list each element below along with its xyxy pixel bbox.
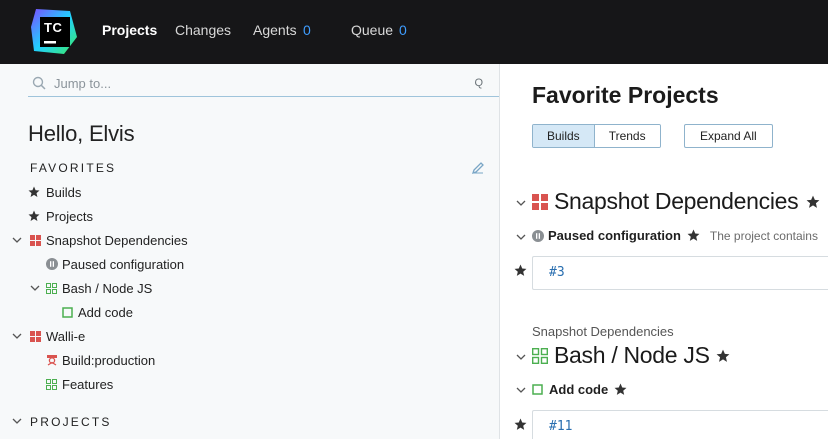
toggle-trends-button[interactable]: Trends [594,125,660,147]
sidebar-item-label: Projects [46,208,93,224]
chevron-down-icon[interactable] [12,332,22,340]
sidebar-item-label: Snapshot Dependencies [46,232,188,248]
nav-changes[interactable]: Changes [175,22,231,39]
build-number-link[interactable]: #11 [549,419,572,434]
logo-text: TC [44,20,63,35]
teamcity-logo[interactable]: TC [30,7,79,56]
config-description: The project contains [709,228,818,243]
project-red-icon [30,328,41,344]
star-icon [28,184,40,200]
search-shortcut-hint: Q [474,77,483,89]
project-red-icon [532,193,548,210]
queue-count-badge: 0 [399,22,407,38]
sidebar-item-label: Paused configuration [62,256,185,272]
star-icon[interactable] [806,195,820,209]
favorites-section-title: FAVORITES [30,161,117,175]
agent-error-icon [46,352,58,368]
chevron-down-icon[interactable] [516,353,526,361]
pencil-icon[interactable] [470,160,486,176]
project-name-link[interactable]: Bash / Node JS [554,342,710,369]
star-icon[interactable] [687,229,700,242]
chevron-down-icon[interactable] [516,233,526,241]
toggle-builds-button[interactable]: Builds [533,125,595,147]
projects-section-title[interactable]: PROJECTS [30,415,112,429]
config-name-link[interactable]: Add code [549,382,608,397]
sidebar-item-projects[interactable]: Projects [28,206,93,226]
star-icon[interactable] [514,264,527,282]
build-row: #11 [532,410,828,439]
expand-all-button[interactable]: Expand All [684,124,773,148]
search-icon [32,76,46,90]
sidebar-item-label: Walli-e [46,328,86,344]
search-placeholder: Jump to... [54,76,112,91]
config-header-paused: Paused configuration The project contain… [532,228,818,243]
build-config-icon [532,384,543,395]
chevron-down-icon[interactable] [30,284,40,292]
nav-queue[interactable]: Queue [351,22,393,39]
sidebar-item-label: Builds [46,184,82,200]
sidebar-item-bash-node-js[interactable]: Bash / Node JS [46,278,152,298]
star-icon[interactable] [716,349,730,363]
paused-icon [46,256,58,272]
agents-count-badge: 0 [303,22,311,38]
star-icon [28,208,40,224]
star-icon[interactable] [614,383,627,396]
config-name-link[interactable]: Paused configuration [548,228,681,243]
config-header-add-code: Add code [532,382,627,397]
project-name-link[interactable]: Snapshot Dependencies [554,188,799,215]
project-header-snapshot-dependencies: Snapshot Dependencies P [532,188,828,215]
nav-agents[interactable]: Agents [253,22,297,39]
nav-projects[interactable]: Projects [102,22,157,39]
build-number-link[interactable]: #3 [549,265,565,280]
sidebar-item-builds[interactable]: Builds [28,182,81,202]
sidebar-item-label: Features [62,376,114,392]
view-toggle: Builds Trends [532,124,661,148]
build-row: #3 [532,256,828,290]
chevron-down-icon[interactable] [12,417,22,425]
parent-project-breadcrumb[interactable]: Snapshot Dependencies [532,324,674,339]
paused-icon [532,229,544,242]
chevron-down-icon[interactable] [12,236,22,244]
greeting: Hello, Elvis [28,121,135,146]
sidebar-item-label: Build:production [62,352,156,368]
main-content: Favorite Projects Builds Trends Expand A… [500,64,828,439]
top-navigation: TC Projects Changes Agents 0 Queue 0 [0,0,828,64]
sidebar-item-snapshot-dependencies[interactable]: Snapshot Dependencies [30,230,188,250]
project-header-bash-node-js: Bash / Node JS [532,342,730,369]
sidebar-item-features[interactable]: Features [46,374,113,394]
star-icon[interactable] [514,418,527,436]
project-green-icon [46,376,57,392]
project-green-icon [532,347,548,364]
build-config-icon [62,304,73,320]
chevron-down-icon[interactable] [516,386,526,394]
sidebar: Jump to... Q Hello, Elvis FAVORITES Buil… [0,64,500,439]
page-title: Favorite Projects [532,82,719,108]
search-input[interactable]: Jump to... Q [28,68,499,97]
sidebar-item-add-code[interactable]: Add code [62,302,133,322]
chevron-down-icon[interactable] [516,199,526,207]
project-red-icon [30,232,41,248]
sidebar-item-label: Bash / Node JS [62,280,153,296]
project-green-icon [46,280,57,296]
sidebar-item-walli-e[interactable]: Walli-e [30,326,85,346]
sidebar-item-label: Add code [78,304,133,320]
sidebar-item-build-production[interactable]: Build:production [46,350,155,370]
sidebar-item-paused-configuration[interactable]: Paused configuration [46,254,184,274]
